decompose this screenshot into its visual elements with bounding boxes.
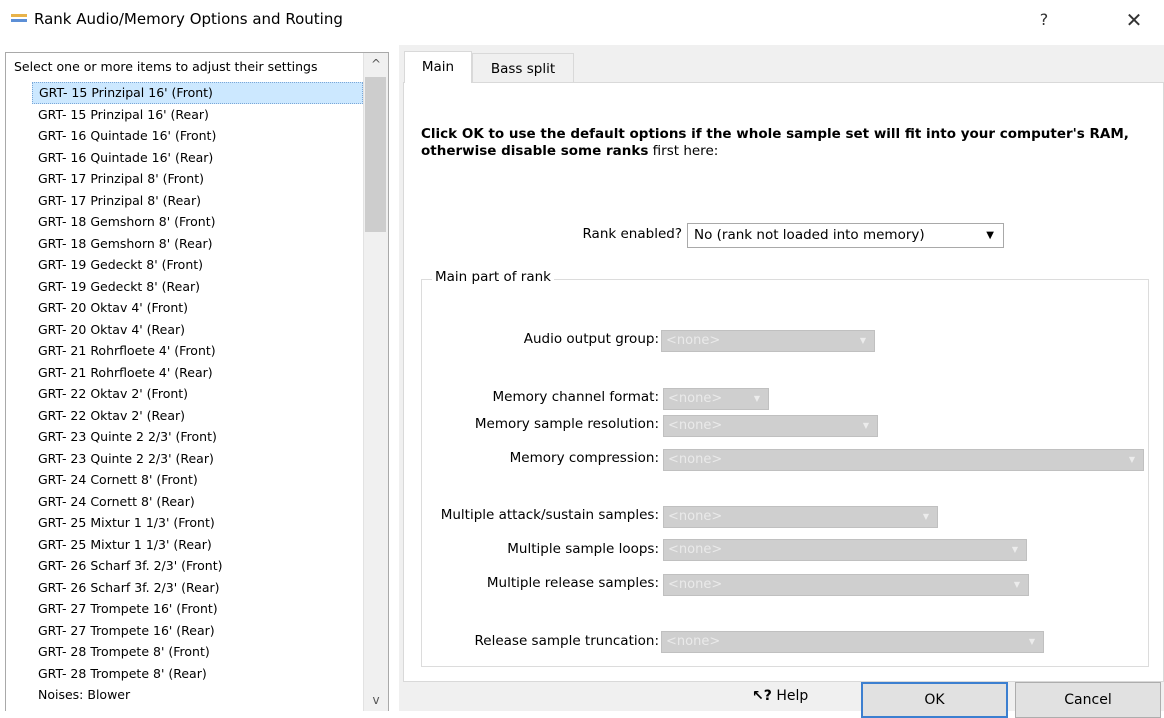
audio-output-group-label: Audio output group:: [523, 331, 659, 347]
combo-value: <none>: [668, 577, 723, 592]
chevron-down-icon: ▼: [862, 421, 869, 430]
chevron-down-icon: ▼: [922, 512, 929, 521]
settings-panel: Main Bass split Click OK to use the defa…: [399, 45, 1164, 711]
list-item[interactable]: GRT- 22 Oktav 2' (Front): [32, 383, 363, 405]
scroll-down-icon[interactable]: v: [364, 691, 388, 711]
list-item[interactable]: GRT- 25 Mixtur 1 1/3' (Front): [32, 512, 363, 534]
list-item[interactable]: GRT- 27 Trompete 16' (Rear): [32, 620, 363, 642]
tab-bass-split[interactable]: Bass split: [472, 53, 574, 83]
multiple-sample-loops-label: Multiple sample loops:: [507, 541, 659, 557]
list-item[interactable]: GRT- 15 Prinzipal 16' (Front): [32, 82, 363, 104]
intro-text: Click OK to use the default options if t…: [421, 126, 1141, 160]
list-item[interactable]: GRT- 28 Trompete 8' (Front): [32, 641, 363, 663]
help-link[interactable]: ↖? Help: [752, 688, 808, 704]
list-item[interactable]: Noises: Blower: [32, 684, 363, 706]
list-item[interactable]: GRT- 26 Scharf 3f. 2/3' (Rear): [32, 577, 363, 599]
combo-value: <none>: [668, 452, 723, 467]
cancel-button[interactable]: Cancel: [1015, 682, 1161, 718]
list-item[interactable]: GRT- 27 Trompete 16' (Front): [32, 598, 363, 620]
chevron-down-icon: ▼: [1011, 545, 1018, 554]
rank-enabled-select[interactable]: No (rank not loaded into memory) ▼: [687, 223, 1004, 248]
list-item[interactable]: GRT- 17 Prinzipal 8' (Rear): [32, 190, 363, 212]
list-item[interactable]: GRT- 20 Oktav 4' (Front): [32, 297, 363, 319]
help-label: Help: [776, 688, 809, 704]
rank-listbox[interactable]: Select one or more items to adjust their…: [5, 52, 389, 711]
group-title: Main part of rank: [432, 269, 554, 285]
list-item[interactable]: GRT- 25 Mixtur 1 1/3' (Rear): [32, 534, 363, 556]
combo-value: <none>: [666, 333, 721, 348]
scroll-thumb[interactable]: [365, 77, 386, 232]
multiple-release-samples-label: Multiple release samples:: [486, 575, 659, 591]
list-scrollbar[interactable]: ^ v: [363, 53, 388, 711]
list-item[interactable]: GRT- 20 Oktav 4' (Rear): [32, 319, 363, 341]
title-bar: Rank Audio/Memory Options and Routing ? …: [0, 0, 1164, 40]
memory-compression-select[interactable]: <none> ▼: [663, 449, 1144, 471]
app-icon: [11, 14, 27, 24]
list-item[interactable]: GRT- 24 Cornett 8' (Front): [32, 469, 363, 491]
tab-main[interactable]: Main: [404, 51, 472, 83]
multiple-sample-loops-select[interactable]: <none> ▼: [663, 539, 1027, 561]
memory-sample-resolution-label: Memory sample resolution:: [474, 416, 659, 432]
memory-channel-format-select[interactable]: <none> ▼: [663, 388, 769, 410]
release-sample-truncation-select[interactable]: <none> ▼: [661, 631, 1044, 653]
list-item[interactable]: GRT- 23 Quinte 2 2/3' (Front): [32, 426, 363, 448]
intro-bold: Click OK to use the default options if t…: [421, 126, 1129, 159]
main-tab-page: Click OK to use the default options if t…: [403, 82, 1164, 682]
chevron-down-icon: ▼: [1128, 455, 1135, 464]
list-item[interactable]: GRT- 26 Scharf 3f. 2/3' (Front): [32, 555, 363, 577]
combo-value: <none>: [666, 634, 721, 649]
list-item[interactable]: GRT- 21 Rohrfloete 4' (Front): [32, 340, 363, 362]
chevron-down-icon: ▼: [859, 336, 866, 345]
list-item[interactable]: GRT- 24 Cornett 8' (Rear): [32, 491, 363, 513]
help-icon[interactable]: ?: [1032, 8, 1056, 32]
rank-enabled-value: No (rank not loaded into memory): [694, 227, 925, 243]
list-item[interactable]: GRT- 18 Gemshorn 8' (Front): [32, 211, 363, 233]
close-icon[interactable]: ✕: [1120, 8, 1148, 32]
multiple-release-samples-select[interactable]: <none> ▼: [663, 574, 1029, 596]
list-item[interactable]: GRT- 16 Quintade 16' (Rear): [32, 147, 363, 169]
combo-value: <none>: [668, 509, 723, 524]
combo-value: <none>: [668, 542, 723, 557]
audio-output-group-select[interactable]: <none> ▼: [661, 330, 875, 352]
list-item[interactable]: GRT- 17 Prinzipal 8' (Front): [32, 168, 363, 190]
list-item[interactable]: GRT- 21 Rohrfloete 4' (Rear): [32, 362, 363, 384]
ok-button[interactable]: OK: [861, 682, 1008, 718]
multiple-attack-sustain-label: Multiple attack/sustain samples:: [440, 507, 659, 523]
chevron-down-icon: ▼: [1013, 580, 1020, 589]
combo-value: <none>: [668, 391, 723, 406]
list-item[interactable]: GRT- 19 Gedeckt 8' (Rear): [32, 276, 363, 298]
chevron-down-icon: ▼: [986, 230, 994, 241]
memory-channel-format-label: Memory channel format:: [492, 389, 660, 405]
memory-sample-resolution-select[interactable]: <none> ▼: [663, 415, 878, 437]
list-item[interactable]: GRT- 19 Gedeckt 8' (Front): [32, 254, 363, 276]
list-item[interactable]: GRT- 22 Oktav 2' (Rear): [32, 405, 363, 427]
list-item[interactable]: GRT- 23 Quinte 2 2/3' (Rear): [32, 448, 363, 470]
multiple-attack-sustain-select[interactable]: <none> ▼: [663, 506, 938, 528]
memory-compression-label: Memory compression:: [509, 450, 659, 466]
intro-rest: first here:: [648, 143, 719, 159]
chevron-down-icon: ▼: [1028, 637, 1035, 646]
release-sample-truncation-label: Release sample truncation:: [474, 633, 659, 649]
combo-value: <none>: [668, 418, 723, 433]
scroll-up-icon[interactable]: ^: [364, 53, 388, 73]
help-cursor-icon: ↖?: [752, 688, 772, 704]
list-item[interactable]: GRT- 18 Gemshorn 8' (Rear): [32, 233, 363, 255]
list-item[interactable]: GRT- 15 Prinzipal 16' (Rear): [32, 104, 363, 126]
list-item[interactable]: GRT- 16 Quintade 16' (Front): [32, 125, 363, 147]
rank-enabled-label: Rank enabled?: [582, 226, 682, 242]
list-item[interactable]: GRT- 28 Trompete 8' (Rear): [32, 663, 363, 685]
rank-list: GRT- 15 Prinzipal 16' (Front) GRT- 15 Pri…: [32, 82, 363, 706]
chevron-down-icon: ▼: [753, 394, 760, 403]
list-header: Select one or more items to adjust their…: [14, 59, 318, 74]
window-title: Rank Audio/Memory Options and Routing: [34, 10, 343, 28]
